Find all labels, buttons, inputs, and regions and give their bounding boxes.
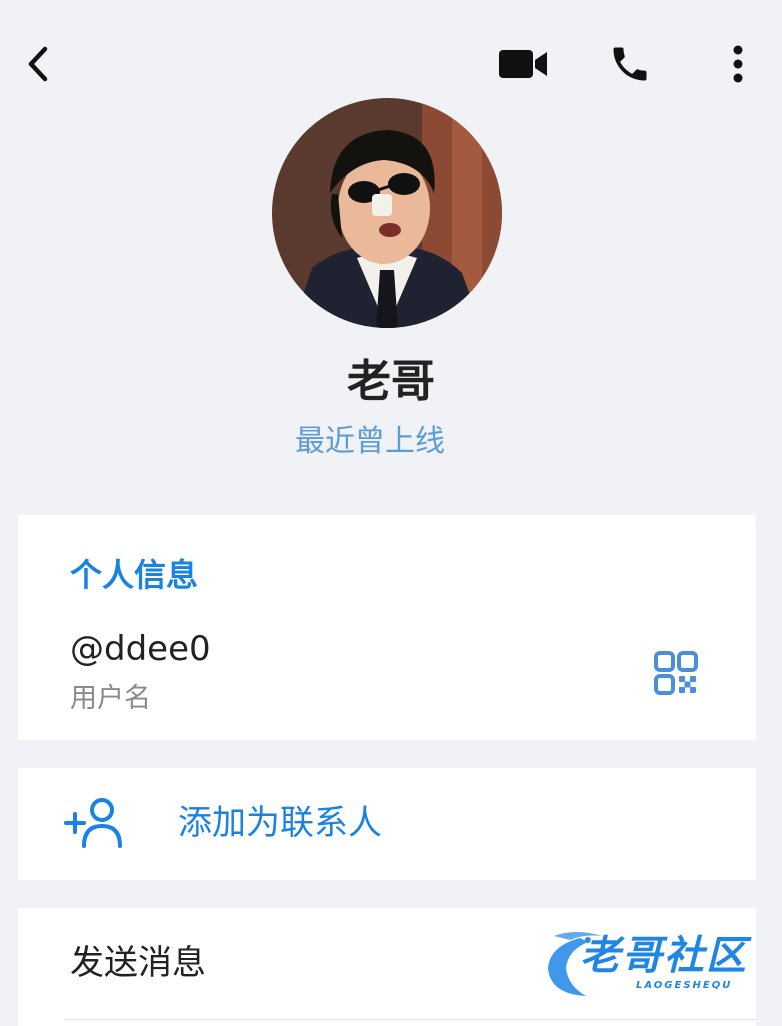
video-call-button[interactable] [494,40,552,88]
add-contact-button[interactable]: 添加为联系人 [18,768,756,880]
qr-code-icon [654,651,698,695]
voice-call-button[interactable] [604,40,656,88]
add-person-icon [64,798,122,848]
more-vertical-icon [733,45,743,83]
video-camera-icon [499,50,547,78]
avatar[interactable] [272,98,502,328]
add-contact-label: 添加为联系人 [178,803,382,843]
watermark-logo: 老哥社区 LAOGESHEQU [540,926,772,1002]
profile-name: 老哥 [347,356,435,407]
username-value[interactable]: @ddee0 [70,627,211,671]
last-seen-status: 最近曾上线 [295,424,445,459]
username-label: 用户名 [70,683,151,714]
send-message-label: 发送消息 [70,943,206,983]
personal-info-card: 个人信息 @ddee0 用户名 [18,515,756,740]
more-options-button[interactable] [718,40,758,88]
back-button[interactable] [14,40,62,88]
avatar-photo [272,98,502,328]
phone-icon [613,47,647,81]
section-title: 个人信息 [70,556,199,594]
watermark-subtext: LAOGESHEQU [636,980,733,991]
divider [64,1019,756,1020]
watermark-text: 老哥社区 [580,933,748,979]
qr-code-button[interactable] [648,645,704,701]
chevron-left-icon [28,46,48,82]
